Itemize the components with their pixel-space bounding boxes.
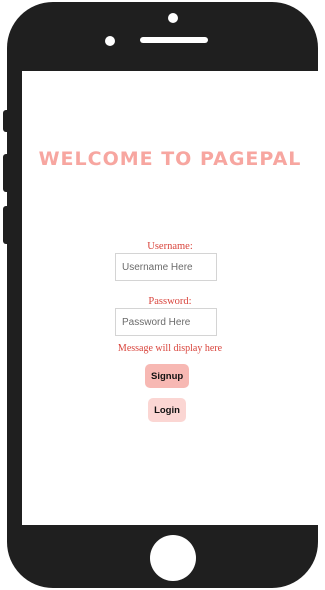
signup-button[interactable]: Signup xyxy=(145,364,189,388)
phone-screen: WELCOME TO PAGEPAL Username: Password: M… xyxy=(22,71,318,525)
password-input[interactable] xyxy=(115,308,217,336)
login-button[interactable]: Login xyxy=(148,398,186,422)
volume-down-button xyxy=(3,206,9,244)
front-camera-icon xyxy=(105,36,115,46)
page-title: WELCOME TO PAGEPAL xyxy=(38,148,302,170)
status-message: Message will display here xyxy=(117,343,223,354)
proximity-sensor xyxy=(168,13,178,23)
home-button[interactable] xyxy=(150,535,196,581)
password-label: Password: xyxy=(148,296,192,307)
mute-switch xyxy=(3,110,9,132)
username-label: Username: xyxy=(147,241,193,252)
username-input[interactable] xyxy=(115,253,217,281)
earpiece-speaker xyxy=(140,37,208,43)
phone-frame: WELCOME TO PAGEPAL Username: Password: M… xyxy=(3,2,318,588)
volume-up-button xyxy=(3,154,9,192)
